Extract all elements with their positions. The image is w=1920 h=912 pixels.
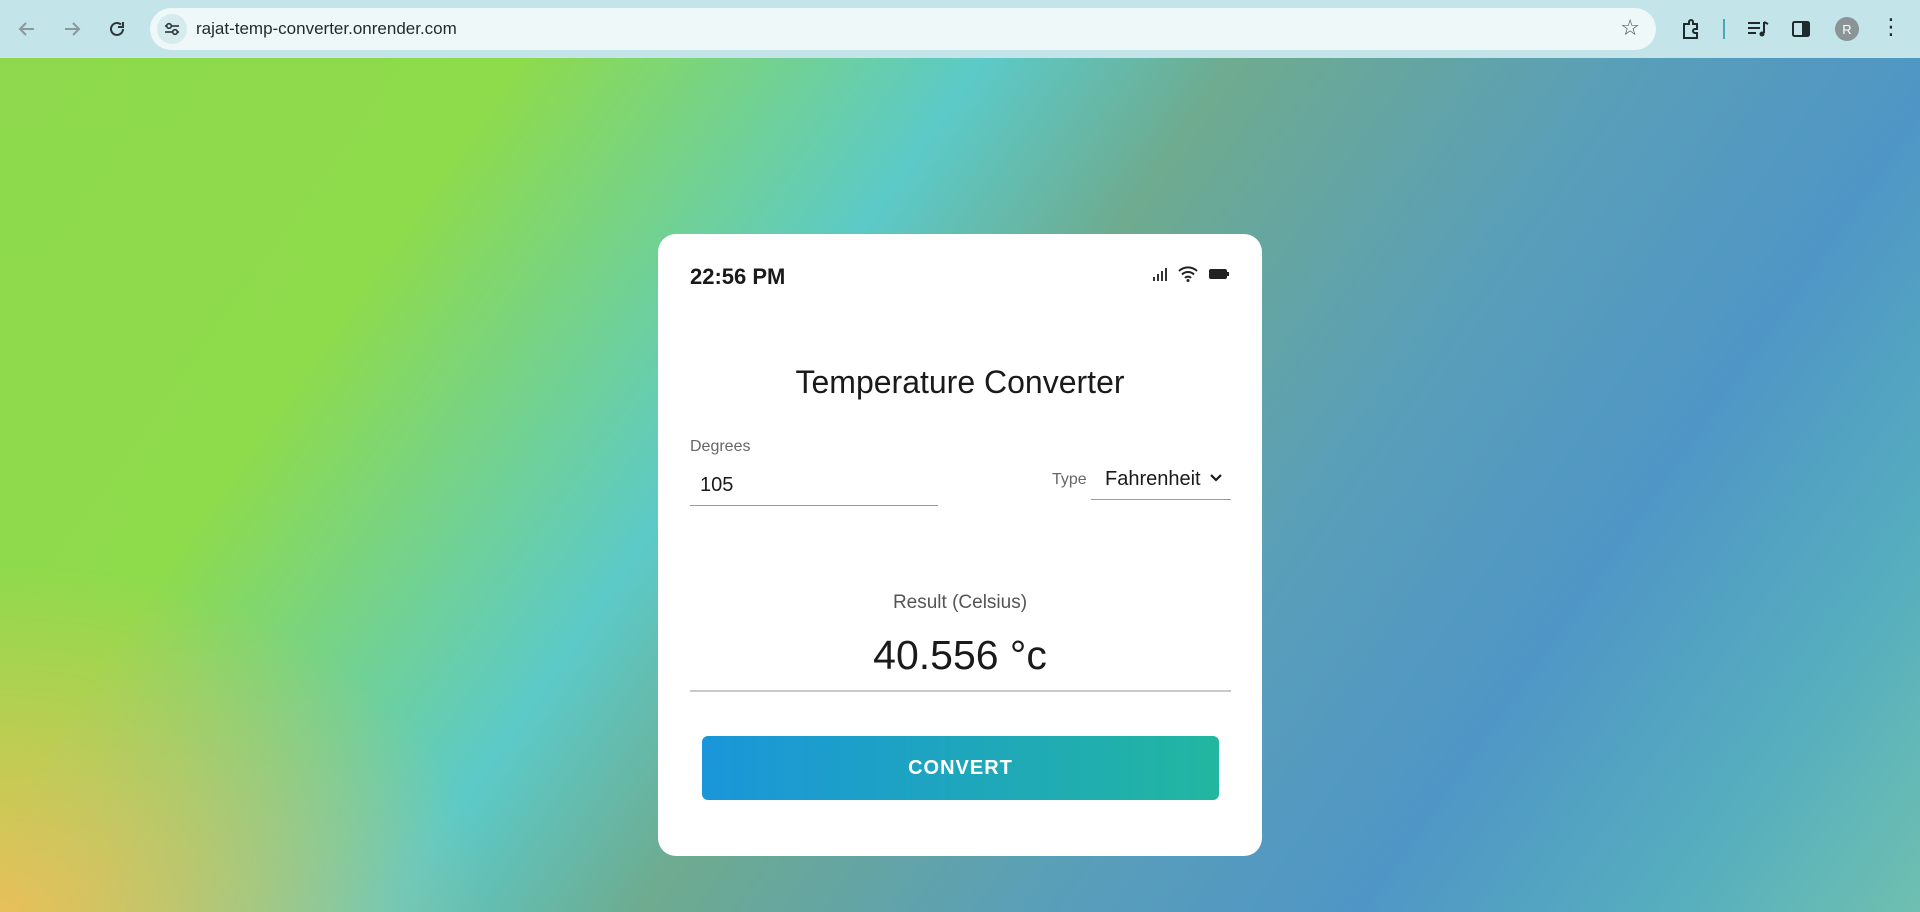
degrees-label: Degrees bbox=[690, 438, 751, 455]
result-value: 40.556 °c bbox=[873, 632, 1047, 678]
toolbar-divider bbox=[1723, 19, 1725, 39]
chevron-down-icon bbox=[1209, 470, 1223, 488]
wifi-icon bbox=[1178, 266, 1198, 282]
status-icons bbox=[1152, 266, 1230, 282]
degrees-input[interactable] bbox=[690, 466, 938, 506]
back-icon[interactable] bbox=[12, 14, 42, 44]
type-label: Type bbox=[1052, 471, 1087, 488]
result-underline bbox=[690, 690, 1231, 692]
type-selected-value: Fahrenheit bbox=[1105, 468, 1201, 490]
result-label: Result (Celsius) bbox=[892, 592, 1028, 613]
forward-icon[interactable] bbox=[57, 14, 87, 44]
reload-icon[interactable] bbox=[102, 14, 132, 44]
profile-avatar[interactable]: R bbox=[1835, 17, 1859, 41]
convert-button[interactable]: CONVERT bbox=[702, 736, 1219, 800]
battery-icon bbox=[1209, 269, 1229, 279]
browser-toolbar: rajat-temp-converter.onrender.com ☆ R ⋮ bbox=[0, 0, 1920, 58]
media-controls-icon[interactable] bbox=[1743, 14, 1773, 44]
signal-icon bbox=[1153, 268, 1167, 281]
extensions-icon[interactable] bbox=[1676, 14, 1706, 44]
more-menu-icon[interactable]: ⋮ bbox=[1880, 14, 1902, 40]
url-text[interactable]: rajat-temp-converter.onrender.com bbox=[196, 19, 457, 39]
type-select[interactable]: Fahrenheit bbox=[1091, 456, 1231, 500]
page-title: Temperature Converter bbox=[795, 364, 1125, 400]
site-settings-icon[interactable] bbox=[157, 14, 187, 44]
converter-card: 22:56 PM Temperature Converter Degrees T… bbox=[658, 234, 1262, 856]
bookmark-star-icon[interactable]: ☆ bbox=[1620, 16, 1640, 40]
address-bar[interactable]: rajat-temp-converter.onrender.com ☆ bbox=[150, 8, 1656, 50]
status-time: 22:56 PM bbox=[690, 264, 786, 289]
side-panel-icon[interactable] bbox=[1786, 14, 1816, 44]
